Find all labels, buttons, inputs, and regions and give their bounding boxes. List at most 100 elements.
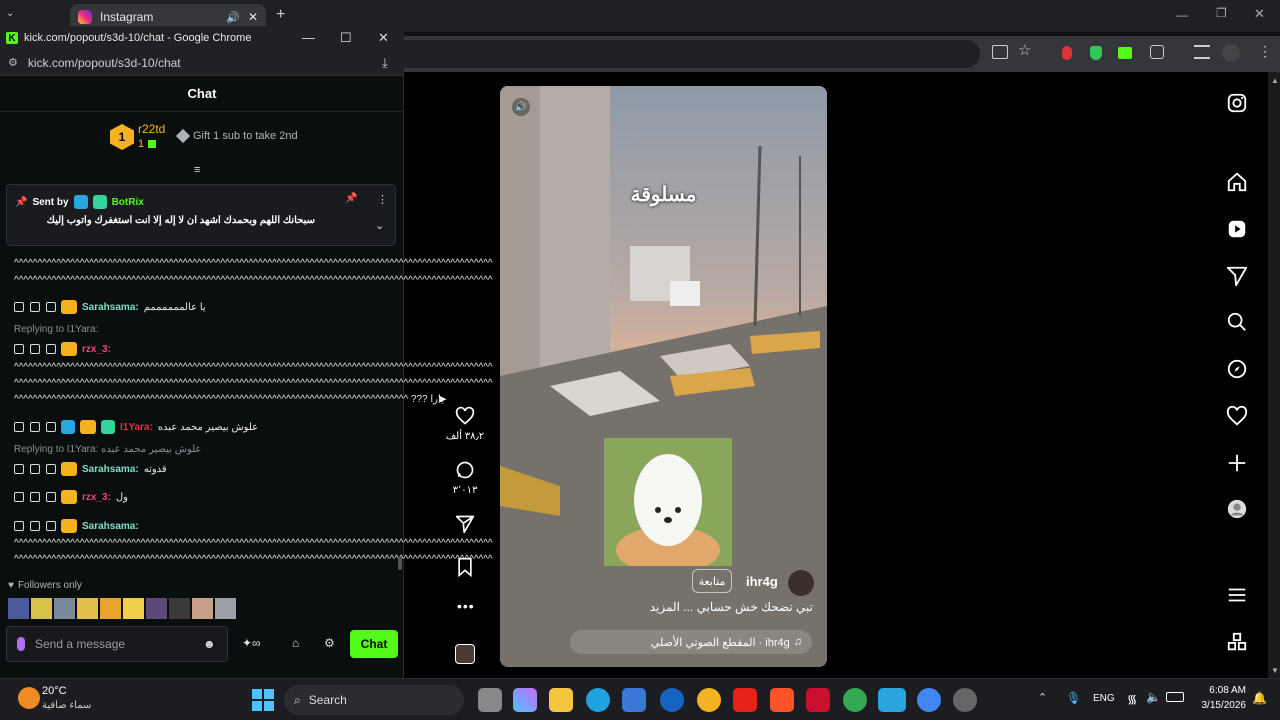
microsoft-store-icon[interactable]	[622, 688, 646, 712]
emote[interactable]	[54, 598, 75, 619]
messages-icon[interactable]	[1226, 265, 1248, 287]
media-control-icon[interactable]	[1194, 45, 1210, 59]
emote[interactable]	[169, 598, 190, 619]
close-tab-icon[interactable]: ✕	[248, 10, 258, 24]
home-icon[interactable]	[1226, 171, 1248, 193]
ban-icon[interactable]	[46, 302, 56, 312]
mod-actions[interactable]	[14, 422, 56, 432]
chat-username[interactable]: Sarahsama:	[82, 521, 139, 532]
reply-context[interactable]: Replying to I1Yara: علوش بيصير محمد عبده	[14, 444, 201, 455]
author-avatar[interactable]	[788, 570, 814, 596]
like-button[interactable]	[455, 406, 475, 426]
microphone-tray-icon[interactable]: 🎙	[1066, 691, 1081, 705]
clock-time[interactable]: 6:08 AM	[1196, 685, 1246, 696]
audio-thumbnail[interactable]	[455, 644, 475, 664]
menu-kebab-icon[interactable]: ⋮	[1258, 43, 1272, 60]
chat-scrollbar[interactable]	[398, 556, 402, 570]
expand-pinned-icon[interactable]: ⌄	[375, 219, 384, 232]
chrome-profile-icon[interactable]	[843, 688, 867, 712]
delete-icon[interactable]	[14, 521, 24, 531]
send-chat-button[interactable]: Chat	[350, 630, 398, 658]
emote[interactable]	[31, 598, 52, 619]
chrome-icon[interactable]	[917, 688, 941, 712]
youtube-icon[interactable]	[733, 688, 757, 712]
notifications-heart-icon[interactable]	[1226, 405, 1248, 427]
extensions-puzzle-icon[interactable]	[1150, 45, 1164, 59]
language-indicator[interactable]: ENG	[1093, 693, 1115, 704]
windows-start-icon[interactable]	[252, 689, 274, 711]
maximize-button[interactable]: ❐	[1216, 6, 1227, 20]
python-icon[interactable]	[697, 688, 721, 712]
scroll-up-icon[interactable]: ▲	[1271, 76, 1279, 85]
chat-message[interactable]: rzx_3:	[14, 342, 111, 356]
more-options-icon[interactable]: •••	[457, 598, 475, 614]
weather-icon[interactable]	[18, 687, 40, 709]
gift-sub-prompt[interactable]: Gift 1 sub to take 2nd	[175, 128, 298, 144]
speaker-icon[interactable]: 🔊	[226, 11, 240, 24]
copilot-icon[interactable]	[513, 688, 537, 712]
timeout-icon[interactable]	[30, 492, 40, 502]
settings-gear-icon[interactable]: ⚙	[324, 636, 335, 650]
weather-temp[interactable]: 20°C	[42, 685, 67, 697]
instagram-logo-icon[interactable]	[1226, 92, 1248, 114]
extension-kick-icon[interactable]	[1118, 47, 1132, 59]
notification-bell-icon[interactable]: 🔔	[1252, 691, 1267, 705]
hp-icon[interactable]	[660, 688, 684, 712]
mute-toggle-icon[interactable]: 🔊	[512, 98, 530, 116]
chat-message[interactable]: I1Yara: علوش بيصير محمد عبده	[14, 420, 258, 434]
weather-desc[interactable]: سماء صافية	[42, 700, 91, 711]
ban-icon[interactable]	[46, 521, 56, 531]
mod-actions[interactable]	[14, 492, 56, 502]
emote[interactable]	[215, 598, 236, 619]
popup-minimize-button[interactable]: —	[302, 30, 315, 45]
ban-icon[interactable]	[46, 464, 56, 474]
timeout-icon[interactable]	[30, 521, 40, 531]
delete-icon[interactable]	[14, 302, 24, 312]
delete-icon[interactable]	[14, 344, 24, 354]
bookmark-star-icon[interactable]: ☆	[1018, 41, 1031, 59]
install-app-icon[interactable]	[992, 45, 1008, 59]
microphone-icon[interactable]	[17, 637, 25, 651]
wifi-icon[interactable]: ᯾	[1127, 690, 1137, 707]
page-scrollbar[interactable]: ▲ ▼	[1268, 72, 1280, 678]
new-tab-button[interactable]: +	[276, 6, 285, 24]
chat-username[interactable]: rzx_3:	[82, 344, 111, 355]
minimize-button[interactable]: —	[1176, 8, 1188, 22]
telegram-icon[interactable]	[878, 688, 906, 712]
profile-icon[interactable]	[1226, 498, 1248, 520]
emote[interactable]	[123, 598, 144, 619]
file-explorer-icon[interactable]	[549, 688, 573, 712]
profile-avatar-icon[interactable]	[1222, 44, 1240, 62]
store-icon[interactable]: ⌂	[292, 636, 299, 650]
delete-icon[interactable]	[14, 422, 24, 432]
reel-caption[interactable]: تبي تضحك خش حسابي ... المزيد	[650, 600, 813, 614]
chat-message[interactable]: Sarahsama: يا عالممممممم	[14, 300, 206, 314]
reels-icon[interactable]	[1226, 218, 1248, 240]
audio-pill[interactable]: ihr4g · المقطع الصوتي الأصلي ♫	[570, 630, 812, 654]
scroll-down-icon[interactable]: ▼	[1271, 666, 1279, 675]
delete-icon[interactable]	[14, 492, 24, 502]
chat-username[interactable]: rzx_3:	[82, 492, 111, 503]
popup-url-bar[interactable]: ⚙ kick.com/popout/s3d-10/chat ⤓	[0, 50, 404, 76]
mod-actions[interactable]	[14, 302, 56, 312]
pinned-menu-icon[interactable]: ⋮	[377, 193, 388, 206]
emoji-icon[interactable]: ☻	[203, 637, 216, 651]
timeout-icon[interactable]	[30, 302, 40, 312]
emote[interactable]	[146, 598, 167, 619]
emote[interactable]	[8, 598, 29, 619]
follow-button[interactable]: متابعة	[692, 569, 732, 593]
emote[interactable]	[100, 598, 121, 619]
timeout-icon[interactable]	[30, 344, 40, 354]
popup-maximize-button[interactable]: ☐	[340, 30, 352, 46]
delete-icon[interactable]	[14, 464, 24, 474]
extension-red-icon[interactable]	[1062, 46, 1072, 60]
mcafee-icon[interactable]	[806, 688, 830, 712]
extension-shield-icon[interactable]	[1090, 46, 1102, 60]
brave-icon[interactable]	[770, 688, 794, 712]
kicks-icon[interactable]: ✦∞	[242, 636, 261, 650]
collapse-leaderboard-icon[interactable]: ≡	[194, 164, 200, 176]
author-username[interactable]: ihr4g	[746, 574, 778, 589]
volume-icon[interactable]: 🔈	[1146, 690, 1161, 704]
ban-icon[interactable]	[46, 492, 56, 502]
recorder-icon[interactable]	[953, 688, 977, 712]
